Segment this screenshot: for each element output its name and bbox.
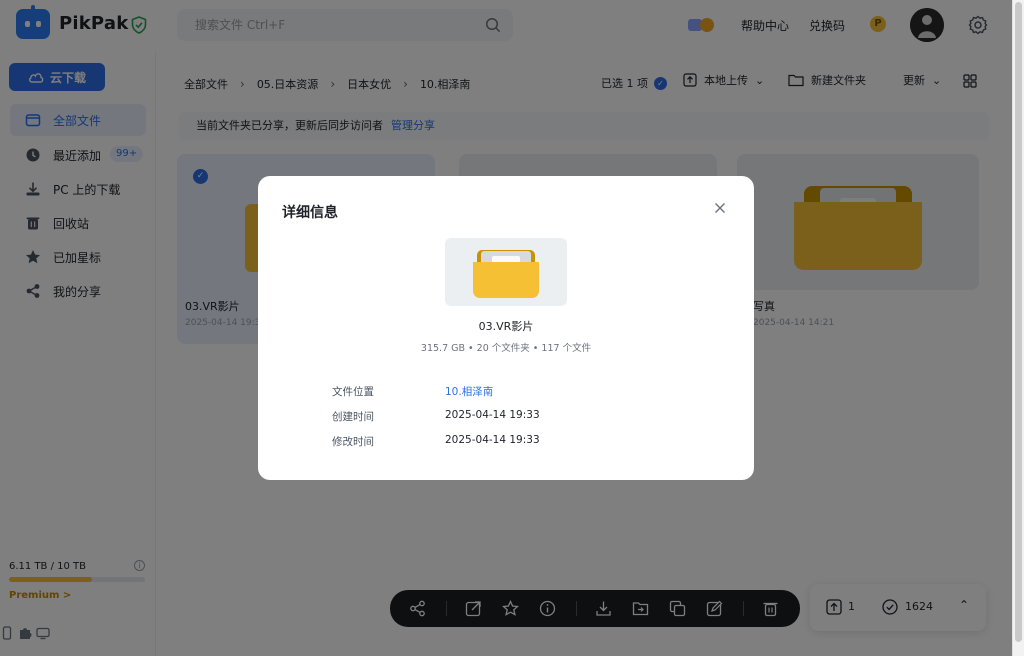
close-icon[interactable]: [712, 200, 728, 216]
detail-value: 2025-04-14 19:33: [445, 434, 540, 446]
folder-location-link[interactable]: 10.相泽南: [445, 384, 493, 399]
file-name: 03.VR影片: [478, 320, 534, 333]
dialog-title: 详细信息: [282, 205, 338, 221]
detail-key: 修改时间: [332, 436, 374, 448]
window-scrollbar[interactable]: [1012, 0, 1024, 656]
file-preview: [445, 238, 567, 306]
scrollbar-thumb[interactable]: [1015, 2, 1022, 642]
folder-icon: [473, 250, 539, 298]
file-meta: 315.7 GB • 20 个文件夹 • 117 个文件: [420, 343, 592, 354]
details-dialog: 详细信息 03.VR影片 315.7 GB • 20 个文件夹 • 117 个文…: [258, 176, 754, 480]
detail-key: 文件位置: [332, 386, 374, 398]
detail-key: 创建时间: [332, 411, 374, 423]
detail-value: 2025-04-14 19:33: [445, 409, 540, 421]
